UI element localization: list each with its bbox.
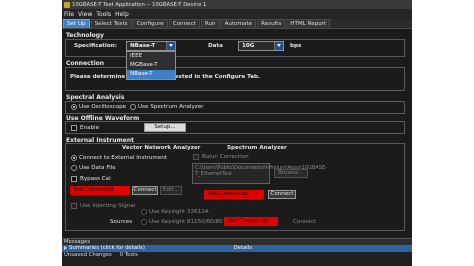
tab-results[interactable]: Results [257, 19, 286, 28]
tab-html-report[interactable]: HTML Report [286, 19, 331, 28]
status-row: Unsaved Changes 0 Tests [62, 252, 412, 259]
unsaved-changes-label: Unsaved Changes [64, 252, 112, 258]
specification-select[interactable]: NBase-T [126, 41, 176, 51]
use-33612a-label: Use Keysight 33612A [149, 209, 209, 215]
use-oscilloscope-label: Use Oscilloscope [79, 104, 127, 110]
menu-file[interactable]: File [64, 11, 74, 18]
chevron-down-icon[interactable] [166, 42, 175, 50]
use-33612a-radio[interactable] [141, 209, 147, 215]
tab-automate[interactable]: Automate [220, 19, 257, 28]
summaries-label: Summaries (click for details) [69, 245, 145, 251]
app-icon [64, 1, 70, 8]
specification-dropdown-list: IEEE MGBase-T NBase-T [126, 51, 176, 80]
connect-external-label: Connect to External Instrument [79, 155, 168, 161]
balun-correction-label: Balun Correction [202, 154, 249, 160]
title-bar: 10GBASE-T Test Application -- 10GBASE-T … [62, 0, 412, 9]
sources-status: Not Connected [224, 217, 278, 226]
window-title: 10GBASE-T Test Application -- 10GBASE-T … [72, 1, 207, 8]
details-label: Details [233, 245, 252, 251]
use-81150-radio[interactable] [141, 219, 147, 225]
use-injecting-signal-label: Use Injecting Signal [80, 203, 136, 209]
enable-offline-checkbox[interactable] [71, 125, 77, 131]
setup-button[interactable]: Setup... [144, 123, 186, 132]
spectrum-analyzer-connect-button[interactable]: Connect [268, 190, 296, 199]
use-spectrum-analyzer-label: Use Spectrum Analyzer [138, 104, 204, 110]
vna-title: Vector Network Analyzer [122, 145, 201, 151]
sources-connect-button[interactable]: Connect [293, 219, 316, 225]
spectral-heading: Spectral Analysis [66, 94, 125, 101]
spectrum-analyzer-status: Not Connected [204, 190, 264, 199]
spectrum-analyzer-title: Spectrum Analyzer [227, 145, 287, 151]
tab-set-up[interactable]: Set Up [63, 19, 90, 28]
tab-bar: Set Up Select Tests Configure Connect Ru… [62, 19, 412, 29]
tab-connect[interactable]: Connect [168, 19, 200, 28]
vna-connect-button[interactable]: Connect [132, 186, 158, 195]
chevron-down-icon[interactable] [274, 42, 283, 50]
use-injecting-signal-checkbox[interactable] [71, 203, 77, 209]
tests-count: 0 Tests [119, 252, 138, 258]
application-window: 10GBASE-T Test Application -- 10GBASE-T … [62, 0, 412, 266]
offline-waveform-group [65, 121, 405, 134]
messages-header[interactable]: Messages [62, 238, 412, 245]
tab-configure[interactable]: Configure [132, 19, 168, 28]
specification-label: Specification: [74, 43, 117, 49]
bypass-cal-label: Bypass Cal [80, 176, 111, 182]
summaries-row[interactable]: Summaries (click for details) Details [62, 245, 412, 252]
vna-edit-button[interactable]: Edit... [160, 186, 182, 195]
technology-heading: Technology [66, 32, 104, 39]
data-file-path-field[interactable]: C:\Users\Public\Documents\Infiniium\Apps… [192, 163, 327, 184]
expand-arrow-icon[interactable] [64, 245, 67, 250]
use-data-file-label: Use Data File [79, 165, 116, 171]
use-81150-label: Use Keysight 81150/60/80 [149, 219, 223, 225]
balun-correction-checkbox[interactable] [193, 154, 199, 160]
tab-run[interactable]: Run [200, 19, 220, 28]
menu-bar: File View Tools Help [62, 9, 412, 19]
menu-view[interactable]: View [78, 11, 92, 18]
use-oscilloscope-radio[interactable] [71, 104, 77, 110]
bottom-panel: Messages Summaries (click for details) D… [62, 238, 412, 266]
data-rate-select[interactable]: 10G [238, 41, 284, 51]
enable-label: Enable [80, 125, 100, 131]
menu-tools[interactable]: Tools [96, 11, 111, 18]
setup-panel: Technology Specification: NBase-T Data 1… [62, 29, 412, 238]
option-mgbase-t[interactable]: MGBase-T [127, 61, 175, 70]
connection-heading: Connection [66, 60, 105, 67]
menu-help[interactable]: Help [115, 11, 129, 18]
data-rate-value: 10G [242, 43, 255, 49]
use-spectrum-analyzer-radio[interactable] [130, 104, 136, 110]
use-data-file-radio[interactable] [71, 165, 77, 171]
tab-select-tests[interactable]: Select Tests [90, 19, 132, 28]
option-nbase-t[interactable]: NBase-T [127, 70, 175, 79]
data-rate-unit: bps [290, 43, 302, 49]
vna-status: Not Connected [70, 186, 130, 195]
option-ieee[interactable]: IEEE [127, 52, 175, 61]
bypass-cal-checkbox[interactable] [71, 176, 77, 182]
sources-label: Sources [110, 219, 133, 225]
data-rate-label: Data [208, 43, 223, 49]
browse-button[interactable]: Browse... [274, 169, 308, 178]
connect-external-radio[interactable] [71, 155, 77, 161]
specification-value: NBase-T [130, 43, 156, 49]
